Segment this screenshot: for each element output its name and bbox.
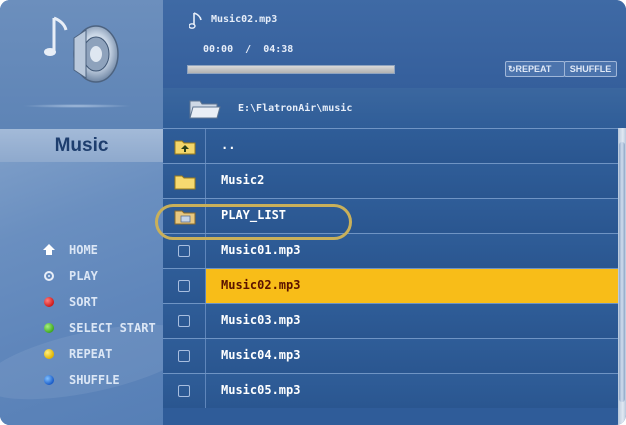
time-readout: 00:00 / 04:38 (203, 44, 294, 55)
media-browser-screen: Music HOME PLAY SORT SELECT START REPEAT… (0, 0, 626, 425)
scrollbar[interactable] (618, 128, 626, 425)
highlight-ring (155, 204, 352, 240)
list-item-folder[interactable]: Music2 (163, 163, 618, 198)
remote-key-menu: HOME PLAY SORT SELECT START REPEAT SHUFF… (43, 240, 156, 396)
menu-item-label: REPEAT (69, 347, 113, 361)
repeat-button[interactable]: ↻REPEAT (505, 61, 565, 77)
list-item-file[interactable]: Music05.mp3 (163, 373, 618, 408)
file-name: .. (221, 138, 236, 152)
blue-button-icon (44, 375, 54, 385)
menu-item-shuffle[interactable]: SHUFFLE (44, 370, 156, 390)
left-panel: Music HOME PLAY SORT SELECT START REPEAT… (0, 0, 204, 425)
home-icon (43, 244, 55, 255)
list-item-file[interactable]: Music04.mp3 (163, 338, 618, 373)
current-path: E:\FlatronAir\music (238, 103, 353, 114)
current-time: 00:00 (203, 44, 234, 55)
list-item-parent[interactable]: .. (163, 128, 618, 163)
menu-item-play[interactable]: PLAY (44, 266, 156, 286)
file-list: .. Music2 PLAY_LIST Music01.mp3 Music02.… (163, 128, 618, 425)
folder-up-icon (174, 140, 196, 155)
icon-cell (163, 339, 206, 373)
menu-item-label: HOME (69, 243, 98, 257)
file-name: Music2 (221, 173, 265, 187)
green-button-icon (44, 323, 54, 333)
menu-item-label: SORT (69, 295, 98, 309)
menu-item-home[interactable]: HOME (43, 240, 156, 260)
left-divider (22, 104, 132, 108)
checkbox[interactable] (178, 245, 190, 257)
icon-cell (163, 374, 206, 408)
icon-cell (163, 269, 206, 303)
open-folder-icon (189, 100, 221, 119)
file-name: Music02.mp3 (221, 278, 301, 292)
red-button-icon (44, 297, 54, 307)
now-playing-title: Music02.mp3 (211, 14, 278, 25)
icon-cell (163, 304, 206, 338)
file-name: Music04.mp3 (221, 348, 301, 362)
checkbox[interactable] (178, 280, 190, 292)
menu-item-sort[interactable]: SORT (44, 292, 156, 312)
checkbox[interactable] (178, 385, 190, 397)
menu-item-repeat[interactable]: REPEAT (44, 344, 156, 364)
music-note-icon (189, 12, 202, 29)
list-item-file[interactable]: Music03.mp3 (163, 303, 618, 338)
menu-item-label: PLAY (69, 269, 98, 283)
menu-item-label: SHUFFLE (69, 373, 120, 387)
icon-cell (163, 129, 206, 163)
total-time: 04:38 (263, 44, 294, 55)
folder-icon (174, 175, 196, 190)
checkbox[interactable] (178, 350, 190, 362)
category-title: Music (54, 135, 109, 156)
file-name: Music01.mp3 (221, 243, 301, 257)
progress-bar[interactable] (187, 65, 395, 74)
play-icon (44, 271, 54, 281)
icon-cell (163, 164, 206, 198)
list-item-file-selected[interactable]: Music02.mp3 (163, 268, 618, 303)
speaker-note-icon (44, 16, 119, 83)
shuffle-button[interactable]: SHUFFLE (564, 61, 617, 77)
yellow-button-icon (44, 349, 54, 359)
now-playing-panel: Music02.mp3 00:00 / 04:38 ↻REPEAT SHUFFL… (163, 0, 626, 88)
menu-item-label: SELECT START (69, 321, 156, 335)
menu-item-select-start[interactable]: SELECT START (44, 318, 156, 338)
file-name: Music03.mp3 (221, 313, 301, 327)
file-name: Music05.mp3 (221, 383, 301, 397)
checkbox[interactable] (178, 315, 190, 327)
path-bar: E:\FlatronAir\music (163, 88, 626, 128)
scrollbar-thumb[interactable] (619, 142, 625, 402)
